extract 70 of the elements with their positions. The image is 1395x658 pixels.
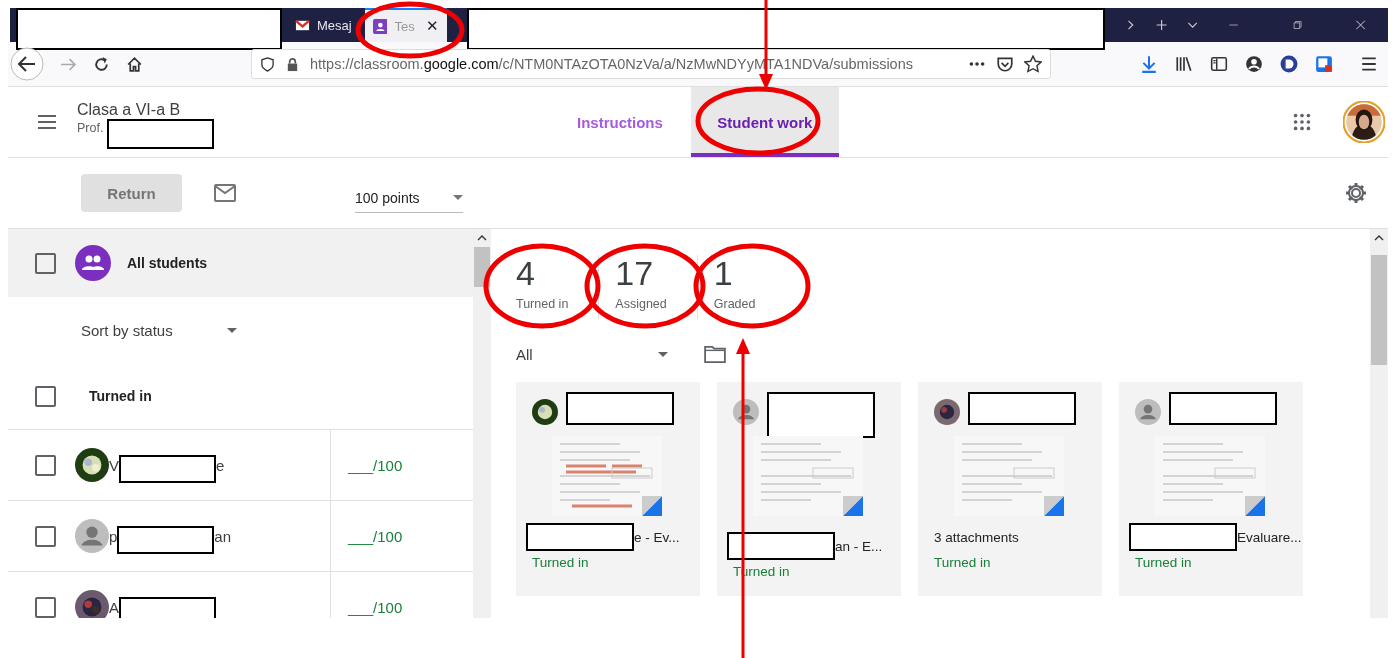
class-title: Clasa a VI-a B bbox=[77, 101, 182, 119]
account-icon[interactable] bbox=[1245, 55, 1263, 73]
checkbox[interactable] bbox=[35, 252, 56, 274]
home-icon[interactable] bbox=[126, 55, 143, 73]
scrollbar[interactable] bbox=[1370, 229, 1388, 618]
student-name: A bbox=[109, 598, 119, 616]
teacher-name: Prof. bbox=[77, 121, 104, 135]
caret-icon bbox=[227, 327, 237, 333]
grade-field[interactable]: ___/100 bbox=[348, 456, 403, 474]
stat-label: Assigned bbox=[615, 297, 667, 311]
extension-icon[interactable] bbox=[1315, 55, 1333, 73]
reload-icon[interactable] bbox=[93, 55, 110, 73]
sidebar-icon[interactable] bbox=[1210, 55, 1228, 73]
stat-count: 17 bbox=[615, 255, 655, 291]
checkbox[interactable] bbox=[35, 454, 56, 476]
caret-icon bbox=[658, 351, 668, 357]
settings-icon[interactable] bbox=[1344, 181, 1368, 205]
checkbox[interactable] bbox=[35, 596, 56, 618]
status-label: Turned in bbox=[532, 555, 590, 570]
sort-dropdown[interactable]: Sort by status bbox=[81, 297, 237, 363]
lock-icon bbox=[285, 56, 300, 72]
submission-card[interactable]: 3 attachments Turned in bbox=[918, 382, 1102, 596]
stat-count: 4 bbox=[516, 255, 536, 291]
stat-label: Graded bbox=[713, 297, 756, 311]
attachment-title: Evaluare... bbox=[1237, 529, 1302, 545]
attachment-title: an - E... bbox=[835, 538, 883, 554]
menu-icon[interactable] bbox=[1360, 55, 1378, 73]
library-icon[interactable] bbox=[1175, 55, 1193, 73]
back-icon[interactable] bbox=[10, 47, 44, 81]
grade-field[interactable]: ___/100 bbox=[348, 527, 403, 545]
grade-field[interactable]: ___/100 bbox=[348, 598, 403, 616]
caret-icon bbox=[453, 195, 463, 200]
attachment-title: e - Ev... bbox=[634, 529, 680, 545]
student-name: p bbox=[109, 527, 118, 545]
scrollbar[interactable] bbox=[473, 229, 491, 618]
scroll-up-icon bbox=[477, 235, 487, 241]
browser-tab[interactable]: Mesaj bbox=[287, 8, 360, 42]
shield-icon bbox=[260, 56, 275, 72]
scrollbar-thumb[interactable] bbox=[1371, 255, 1387, 365]
restore-icon[interactable] bbox=[1291, 18, 1303, 32]
all-students-label[interactable]: All students bbox=[127, 255, 208, 271]
email-icon[interactable] bbox=[213, 181, 237, 205]
student-name: e bbox=[216, 456, 225, 474]
classroom-icon bbox=[372, 18, 388, 34]
stat-count: 1 bbox=[713, 255, 734, 291]
submission-card[interactable]: e - Ev... Turned in bbox=[516, 382, 700, 596]
pocket-icon[interactable] bbox=[996, 55, 1014, 73]
browser-tab[interactable]: Tes ✕ bbox=[364, 8, 447, 42]
scroll-up-icon bbox=[1374, 235, 1384, 241]
page-tab[interactable]: Instructions bbox=[557, 87, 683, 157]
filter-dropdown[interactable]: All bbox=[516, 345, 668, 363]
folder-icon[interactable] bbox=[704, 345, 726, 363]
submission-card[interactable]: Evaluare... Turned in bbox=[1119, 382, 1303, 596]
extension-icon[interactable] bbox=[1280, 55, 1298, 73]
group-icon bbox=[75, 245, 111, 281]
student-name: V bbox=[109, 456, 119, 474]
checkbox[interactable] bbox=[35, 525, 56, 547]
download-icon[interactable] bbox=[1140, 55, 1158, 73]
status-label: Turned in bbox=[934, 555, 992, 570]
stat-label: Turned in bbox=[516, 297, 569, 311]
attachment-title: 3 attachments bbox=[934, 529, 1019, 545]
star-icon[interactable] bbox=[1024, 55, 1042, 73]
checkbox[interactable] bbox=[35, 385, 56, 407]
plus-icon[interactable] bbox=[1155, 18, 1168, 32]
mail-icon bbox=[295, 17, 310, 33]
student-name: an bbox=[214, 527, 232, 545]
close-icon[interactable] bbox=[1354, 18, 1366, 32]
group-heading: Turned in bbox=[89, 388, 152, 404]
status-label: Turned in bbox=[1135, 555, 1193, 570]
points-dropdown[interactable]: 100 points bbox=[355, 183, 463, 213]
